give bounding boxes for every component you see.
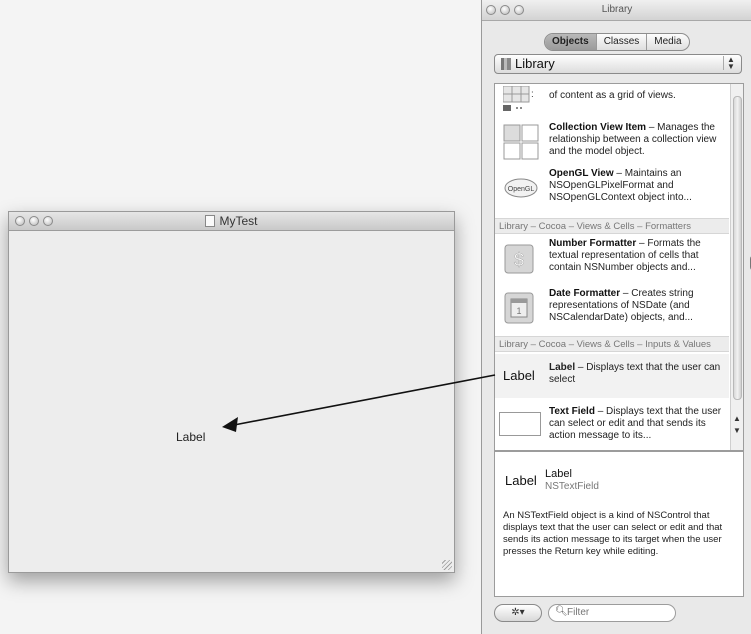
list-scrollbar[interactable]: ▲ ▼: [730, 84, 743, 450]
label-icon-text: Label: [503, 368, 535, 383]
list-item-description: Label – Displays text that the user can …: [549, 362, 721, 385]
scroll-down-arrow-icon[interactable]: ▼: [732, 426, 742, 435]
svg-text::: :: [531, 89, 534, 100]
svg-text:$: $: [514, 250, 524, 270]
list-item-description: Date Formatter – Creates string represen…: [549, 288, 694, 323]
info-object-name: Label: [545, 468, 572, 480]
list-item-opengl-view[interactable]: OpenGL OpenGL View – Maintains an NSOpen…: [495, 166, 729, 210]
filter-input[interactable]: [567, 606, 667, 619]
tab-objects[interactable]: Objects: [545, 34, 596, 50]
list-item-number-formatter[interactable]: $ Number Formatter – Formats the textual…: [495, 236, 729, 282]
list-item-collection-view-item[interactable]: Collection View Item – Manages the relat…: [495, 120, 729, 164]
opengl-icon-text: OpenGL: [508, 186, 535, 193]
list-item-text: of content as a grid of views.: [549, 90, 676, 101]
library-popup-value: Library: [515, 56, 555, 71]
mytest-titlebar[interactable]: MyTest: [9, 212, 454, 231]
info-class-name: NSTextField: [545, 481, 599, 492]
scrollbar-thumb[interactable]: [733, 96, 742, 400]
filter-field[interactable]: 🔍︎: [548, 604, 676, 622]
document-icon: [205, 215, 216, 227]
library-popup[interactable]: Library ▲ ▼: [494, 54, 742, 74]
window-content: Label: [9, 231, 454, 572]
updown-arrows-icon: ▲ ▼: [723, 56, 738, 71]
svg-text:1: 1: [516, 306, 521, 316]
text-field-icon: [499, 412, 541, 436]
list-item-label[interactable]: Label Label – Displays text that the use…: [495, 354, 729, 398]
collection-view-item-icon: [503, 124, 539, 160]
number-formatter-icon: $: [504, 244, 534, 274]
section-formatters: Library – Cocoa – Views & Cells – Format…: [495, 218, 729, 234]
library-title: Library: [601, 4, 633, 15]
tab-classes[interactable]: Classes: [595, 34, 647, 50]
grid-view-icon: :: [503, 86, 534, 111]
library-panel: Library Objects Classes Media Library ▲ ▼…: [481, 0, 751, 634]
window-title-text: MyTest: [219, 214, 258, 228]
object-info-pane: Label Label NSTextField An NSTextField o…: [494, 451, 744, 597]
library-titlebar[interactable]: Library: [482, 0, 751, 21]
info-preview-label: Label: [505, 473, 537, 488]
mytest-window: MyTest Label: [8, 211, 455, 573]
opengl-icon: OpenGL: [504, 178, 538, 198]
list-item-description: Collection View Item – Manages the relat…: [549, 122, 717, 157]
library-object-list[interactable]: : of content as a grid of views. Collect…: [494, 83, 744, 451]
label-control[interactable]: Label: [176, 430, 205, 444]
list-item-text-field[interactable]: Text Field – Displays text that the user…: [495, 402, 729, 448]
resize-grip[interactable]: [442, 560, 452, 570]
scroll-up-arrow-icon[interactable]: ▲: [732, 414, 742, 423]
library-book-icon: [501, 58, 511, 70]
list-item-collection-view[interactable]: : of content as a grid of views.: [495, 84, 729, 118]
date-formatter-icon: 1: [504, 292, 534, 324]
list-item-date-formatter[interactable]: 1 Date Formatter – Creates string repres…: [495, 284, 729, 332]
list-item-description: OpenGL View – Maintains an NSOpenGLPixel…: [549, 168, 692, 203]
section-inputs-values: Library – Cocoa – Views & Cells – Inputs…: [495, 336, 729, 352]
gear-icon: ✲▾: [511, 607, 525, 618]
info-description: An NSTextField object is a kind of NSCon…: [503, 510, 723, 557]
list-item-description: Number Formatter – Formats the textual r…: [549, 238, 701, 273]
list-item-description: Text Field – Displays text that the user…: [549, 406, 722, 441]
search-icon: 🔍︎: [555, 606, 568, 617]
gear-menu-button[interactable]: ✲▾: [494, 604, 542, 622]
library-segmented-control: Objects Classes Media: [544, 33, 690, 51]
window-title: MyTest: [9, 214, 454, 228]
tab-media[interactable]: Media: [646, 34, 688, 50]
